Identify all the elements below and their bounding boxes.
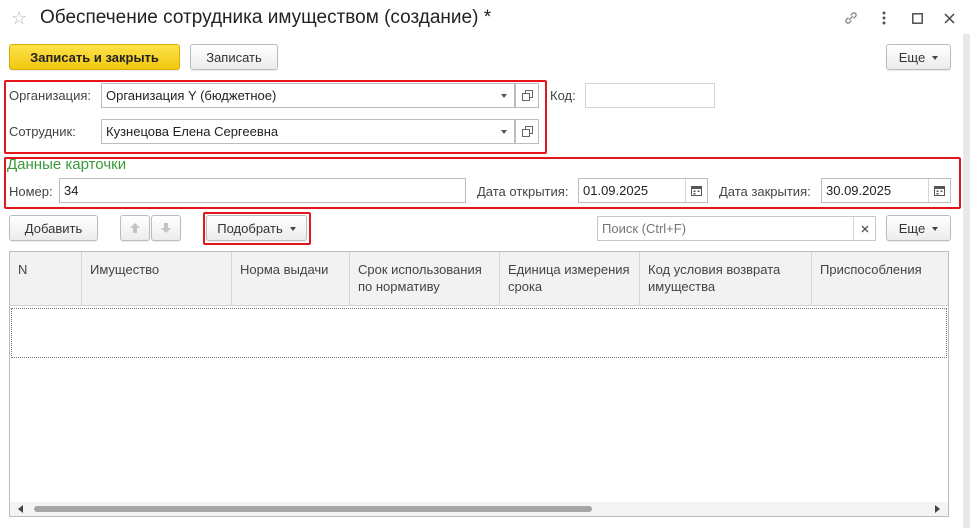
- save-and-close-label: Записать и закрыть: [30, 49, 159, 65]
- arrow-up-icon: [130, 223, 140, 233]
- window-title: Обеспечение сотрудника имуществом (созда…: [40, 7, 492, 28]
- pick-button[interactable]: Подобрать: [206, 215, 307, 241]
- employee-label: Сотрудник:: [9, 124, 76, 139]
- move-up-button[interactable]: [120, 215, 150, 241]
- add-label: Добавить: [24, 220, 83, 236]
- table-more-button[interactable]: Еще: [886, 215, 951, 241]
- calendar-icon[interactable]: [685, 179, 707, 202]
- column-header[interactable]: Норма выдачи: [232, 252, 350, 306]
- table-row[interactable]: [11, 308, 947, 358]
- employee-value: Кузнецова Елена Сергеевна: [106, 124, 279, 139]
- open-date-field[interactable]: 01.09.2025: [578, 178, 708, 203]
- organization-dropdown-icon[interactable]: [493, 84, 514, 107]
- pick-label: Подобрать: [217, 220, 283, 236]
- number-field[interactable]: 34: [59, 178, 466, 203]
- table-more-label: Еще: [898, 220, 926, 236]
- save-button[interactable]: Записать: [190, 44, 278, 70]
- close-date-value: 30.09.2025: [826, 183, 892, 198]
- organization-value: Организация Y (бюджетное): [106, 88, 277, 103]
- scroll-left-icon: [18, 505, 23, 513]
- close-icon[interactable]: [936, 6, 962, 30]
- save-and-close-button[interactable]: Записать и закрыть: [9, 44, 180, 70]
- column-header[interactable]: Единица измерения срока: [500, 252, 640, 306]
- move-down-button[interactable]: [151, 215, 181, 241]
- search-input[interactable]: [602, 221, 852, 236]
- chevron-down-icon: [932, 227, 939, 231]
- more-label: Еще: [898, 49, 926, 65]
- more-button[interactable]: Еще: [886, 44, 951, 70]
- close-date-label: Дата закрытия:: [719, 184, 811, 199]
- number-label: Номер:: [9, 184, 53, 199]
- organization-field[interactable]: Организация Y (бюджетное): [101, 83, 515, 108]
- menu-dots-icon[interactable]: [871, 6, 897, 30]
- organization-label: Организация:: [9, 88, 92, 103]
- search-field[interactable]: [597, 216, 876, 241]
- open-date-label: Дата открытия:: [477, 184, 569, 199]
- open-date-value: 01.09.2025: [583, 183, 649, 198]
- column-header[interactable]: Код условия возврата имущества: [640, 252, 812, 306]
- favorite-star-icon[interactable]: ☆: [11, 8, 27, 28]
- close-date-field[interactable]: 30.09.2025: [821, 178, 951, 203]
- code-field[interactable]: [585, 83, 715, 108]
- maximize-icon[interactable]: [904, 6, 930, 30]
- code-label: Код:: [550, 88, 576, 103]
- number-value: 34: [64, 183, 79, 198]
- employee-open-button[interactable]: [515, 119, 539, 144]
- column-header[interactable]: N: [10, 252, 82, 306]
- link-icon[interactable]: [838, 6, 864, 30]
- employee-field[interactable]: Кузнецова Елена Сергеевна: [101, 119, 515, 144]
- column-header[interactable]: Приспособления: [812, 252, 948, 306]
- card-section-title: Данные карточки: [7, 156, 127, 173]
- add-button[interactable]: Добавить: [9, 215, 98, 241]
- calendar-icon[interactable]: [928, 179, 950, 202]
- organization-open-button[interactable]: [515, 83, 539, 108]
- scrollbar-thumb[interactable]: [34, 506, 592, 512]
- scroll-right-icon: [935, 505, 940, 513]
- column-header[interactable]: Срок использования по нормативу: [350, 252, 500, 306]
- table-header: N Имущество Норма выдачи Срок использова…: [10, 252, 948, 306]
- horizontal-scrollbar[interactable]: [10, 502, 948, 516]
- chevron-down-icon: [932, 56, 939, 60]
- open-window-icon: [521, 126, 533, 137]
- employee-dropdown-icon[interactable]: [493, 120, 514, 143]
- chevron-down-icon: [289, 227, 296, 231]
- save-label: Записать: [206, 49, 262, 65]
- arrow-down-icon: [161, 223, 171, 233]
- items-table[interactable]: N Имущество Норма выдачи Срок использова…: [9, 251, 949, 517]
- open-window-icon: [521, 90, 533, 101]
- clear-search-icon[interactable]: [853, 217, 875, 240]
- column-header[interactable]: Имущество: [82, 252, 232, 306]
- window-scrollbar[interactable]: [963, 34, 970, 528]
